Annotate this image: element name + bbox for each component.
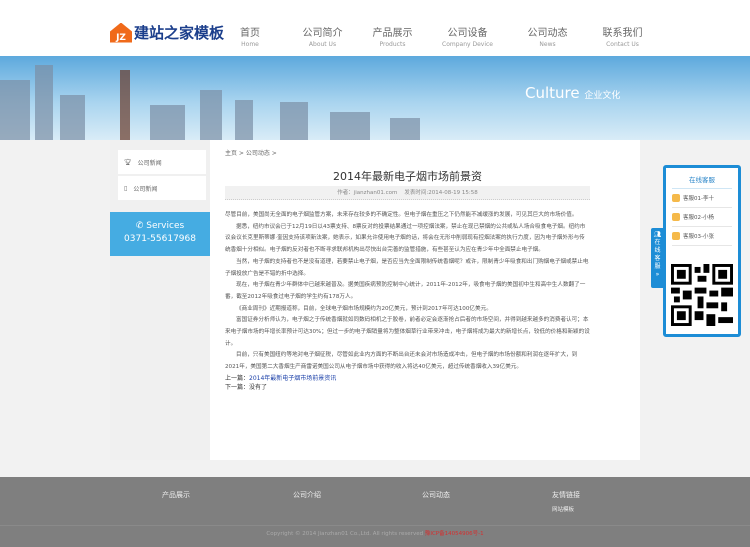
- services-label: Services: [146, 221, 185, 231]
- qq-contact[interactable]: 客服03-小张: [672, 227, 732, 246]
- qq-label: 客服02-小杨: [683, 215, 714, 221]
- sidebar-item-label: 公司新闻: [137, 159, 162, 167]
- article-paragraph: 当然，电子烟的支持者也不是没有道理，若要禁止电子烟，是否应当先全面限制传统香烟呢…: [225, 258, 589, 277]
- next-article: 下一篇：没有了: [225, 383, 590, 392]
- nav-label: 公司设备: [447, 28, 488, 39]
- logo[interactable]: JZ 建站之家模板: [110, 22, 224, 43]
- prev-label: 上一篇：: [225, 374, 250, 382]
- article-paragraph: 富国证券分析师认为，电子烟之于传统香烟就如同数码相机之于胶卷，前者必定会逐渐抢占…: [225, 317, 590, 347]
- next-label: 下一篇：: [225, 383, 250, 391]
- banner-title: Culture 企业文化: [525, 84, 620, 102]
- banner-title-en: Culture: [525, 84, 580, 102]
- header: JZ 建站之家模板 首页 Home 公司简介 About Us 产品展示 Produc…: [0, 0, 750, 56]
- prev-article: 上一篇：2014年最新电子烟市场前景资讯: [225, 374, 590, 383]
- banner-subtitle: 企业文化: [584, 91, 621, 101]
- qq-icon: [672, 213, 680, 221]
- qq-icon: [672, 232, 680, 240]
- article-paragraph: 尽管目前，美国尚无全面的电子烟监管方案，未来存在较多的不确定性。但电子烟在重压之…: [225, 212, 578, 218]
- sidebar-item-news-2[interactable]: ▯ 公司新闻: [118, 176, 206, 200]
- qq-contact[interactable]: 客服01-李十: [672, 189, 732, 208]
- nav-label: 联系我们: [602, 28, 643, 39]
- copyright: Copyright © 2014 Jianzhan01 Co.,Ltd. All…: [0, 525, 750, 537]
- main-nav: 首页 Home 公司简介 About Us 产品展示 Products 公司设备 Com…: [225, 24, 655, 48]
- nav-sublabel: Home: [241, 41, 259, 48]
- tab-label: 在线客服: [654, 239, 661, 270]
- article-paragraph: 《商业周刊》近期报道称，目前，全球电子烟市场规模约为20亿美元，预计到2017年…: [236, 305, 492, 312]
- sidebar-item-label: 公司新闻: [133, 185, 158, 193]
- qq-contact[interactable]: 客服02-小杨: [672, 208, 732, 227]
- copyright-text: Copyright © 2014 Jianzhan01 Co.,Ltd. All…: [266, 531, 424, 537]
- footer: 产品展示 公司介绍 公司动态 友情链接网站模板 Copyright © 2014…: [0, 477, 750, 547]
- panel-title: 在线客服: [672, 168, 732, 189]
- footer-link-news[interactable]: 公司动态: [422, 490, 450, 500]
- footer-heading: 友情链接: [552, 491, 580, 499]
- article-date: 发表时间:2014-08-19 15:58: [404, 190, 478, 196]
- nav-sublabel: Products: [379, 41, 406, 48]
- nav-sublabel: Contact Us: [606, 41, 639, 48]
- article-paragraph: 目前，只有美国纽约等地对电子烟征税，尽管如此业内方面的不断出台还未会对市场造成冲…: [225, 352, 578, 371]
- footer-link-products[interactable]: 产品展示: [162, 490, 190, 500]
- logo-house-icon: JZ: [110, 22, 132, 43]
- article-title: 2014年最新电子烟市场前景资: [333, 170, 482, 183]
- document-icon: ▯: [124, 184, 128, 192]
- trophy-icon: 🏆︎: [124, 158, 132, 166]
- nav-device[interactable]: 公司设备 Company Device: [430, 24, 505, 48]
- logo-text: 建站之家模板: [134, 24, 225, 42]
- nav-home[interactable]: 首页 Home: [225, 24, 275, 48]
- nav-label: 首页: [240, 28, 260, 39]
- breadcrumb[interactable]: 主页 > 公司动态 >: [225, 148, 277, 157]
- services-phone: 0371-55617968: [124, 234, 196, 244]
- nav-contact[interactable]: 联系我们 Contact Us: [590, 24, 655, 48]
- article-author: 作者：jianzhan01.com: [337, 190, 398, 196]
- article-paragraph: 据悉，纽约市议会已于12月19日以43票支持、8票反对的投票结果通过一项控烟法案…: [225, 223, 586, 254]
- nav-sublabel: About Us: [308, 41, 337, 48]
- nav-label: 公司简介: [302, 28, 343, 39]
- phone-icon: ✆: [135, 221, 144, 231]
- nav-news[interactable]: 公司动态 News: [515, 24, 580, 48]
- qq-label: 客服01-李十: [683, 196, 714, 202]
- sidebar-item-news-1[interactable]: 🏆︎ 公司新闻: [118, 150, 206, 174]
- footer-friend-links: 友情链接 网站模板: [552, 490, 580, 513]
- logo-badge: JZ: [116, 32, 126, 43]
- nav-sublabel: News: [539, 41, 556, 48]
- nav-about[interactable]: 公司简介 About Us: [290, 24, 355, 48]
- footer-link-template[interactable]: 网站模板: [552, 505, 580, 513]
- article-paragraph: 现在，电子烟在青少年群体中已越来越普及。据美国疾病预防控制中心统计，2011年-…: [225, 282, 586, 300]
- nav-label: 公司动态: [527, 28, 568, 39]
- article-meta: 作者：jianzhan01.com 发表时间:2014-08-19 15:58: [225, 186, 590, 200]
- nav-label: 产品展示: [372, 28, 413, 39]
- banner: Culture 企业文化: [0, 56, 750, 140]
- qq-icon: [672, 194, 680, 202]
- nav-products[interactable]: 产品展示 Products: [360, 24, 425, 48]
- nav-sublabel: Company Device: [442, 41, 493, 48]
- icp-link[interactable]: 豫ICP备14054906号-1: [425, 531, 484, 537]
- prev-article-link[interactable]: 2014年最新电子烟市场前景资讯: [249, 375, 336, 382]
- qr-code-icon: [671, 264, 733, 326]
- article-body: 尽管目前，美国尚无全面的电子烟监管方案，未来存在较多的不确定性。但电子烟在重压之…: [225, 210, 590, 392]
- footer-link-about[interactable]: 公司介绍: [293, 490, 321, 500]
- services-box: ✆ Services 0371-55617968: [110, 212, 210, 256]
- next-text: 没有了: [249, 383, 268, 391]
- qq-label: 客服03-小张: [683, 234, 714, 240]
- online-service-panel: 在线客服 客服01-李十 客服02-小杨 客服03-小张: [663, 165, 741, 337]
